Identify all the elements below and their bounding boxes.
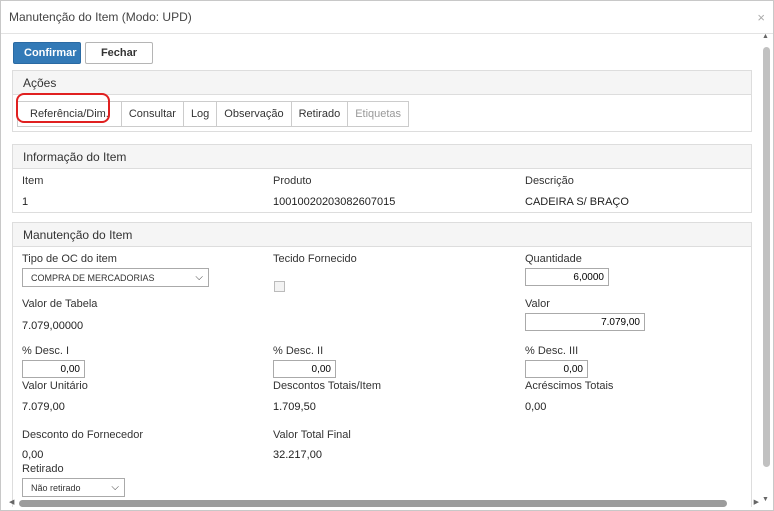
tipo-oc-label: Tipo de OC do item bbox=[22, 253, 117, 265]
tab-consultar[interactable]: Consultar bbox=[120, 101, 184, 127]
confirm-button[interactable]: Confirmar bbox=[13, 42, 81, 64]
valor-unitario-value: 7.079,00 bbox=[22, 401, 65, 413]
scroll-up-icon[interactable]: ▲ bbox=[762, 33, 769, 40]
horizontal-scrollbar[interactable]: ◀ ▶ bbox=[9, 498, 759, 508]
scroll-right-icon[interactable]: ▶ bbox=[754, 498, 759, 506]
descontos-totais-value: 1.709,50 bbox=[273, 401, 316, 413]
valor-total-final-value: 32.217,00 bbox=[273, 449, 322, 461]
valor-input[interactable] bbox=[525, 313, 645, 331]
item-info-panel: Informação do Item Item 1 Produto 100100… bbox=[12, 144, 752, 213]
valor-tabela-value: 7.079,00000 bbox=[22, 320, 84, 332]
tab-retirado[interactable]: Retirado bbox=[290, 101, 349, 127]
valor-unitario-label: Valor Unitário bbox=[22, 380, 88, 392]
produto-value: 10010020203082607015 bbox=[273, 196, 396, 208]
chevron-down-icon: ⌵ bbox=[195, 272, 203, 283]
tab-log[interactable]: Log bbox=[182, 101, 218, 127]
tipo-oc-select[interactable]: COMPRA DE MERCADORIAS ⌵ bbox=[22, 268, 209, 287]
tecido-label: Tecido Fornecido bbox=[273, 253, 357, 265]
valor-tabela-label: Valor de Tabela bbox=[22, 298, 98, 310]
desconto-fornecedor-value: 0,00 bbox=[22, 449, 44, 461]
actions-tabs: Referência/Dim. Consultar Log Observação… bbox=[13, 93, 751, 127]
produto-label: Produto bbox=[273, 175, 312, 187]
dialog-title: Manutenção do Item (Modo: UPD) bbox=[9, 10, 192, 24]
desc1-input[interactable] bbox=[22, 360, 85, 378]
descontos-totais-label: Descontos Totais/Item bbox=[273, 380, 382, 392]
actions-heading: Ações bbox=[13, 71, 751, 95]
dialog-titlebar: Manutenção do Item (Modo: UPD) × bbox=[1, 1, 773, 34]
acrescimos-totais-value: 0,00 bbox=[525, 401, 547, 413]
valor-total-final-label: Valor Total Final bbox=[273, 429, 351, 441]
item-maintenance-panel: Manutenção do Item Tipo de OC do item CO… bbox=[12, 222, 752, 507]
tipo-oc-value: COMPRA DE MERCADORIAS bbox=[31, 272, 155, 283]
vertical-scroll-thumb[interactable] bbox=[763, 47, 770, 467]
tab-observacao[interactable]: Observação bbox=[216, 101, 292, 127]
horizontal-scroll-thumb[interactable] bbox=[19, 500, 727, 507]
desconto-fornecedor-label: Desconto do Fornecedor bbox=[22, 429, 144, 441]
item-maintenance-heading: Manutenção do Item bbox=[13, 223, 751, 247]
desc2-label: % Desc. II bbox=[273, 345, 324, 357]
desc3-input[interactable] bbox=[525, 360, 588, 378]
item-info-heading: Informação do Item bbox=[13, 145, 751, 169]
descricao-label: Descrição bbox=[525, 175, 574, 187]
tab-etiquetas: Etiquetas bbox=[347, 101, 410, 127]
scroll-left-icon[interactable]: ◀ bbox=[9, 498, 14, 506]
tecido-checkbox bbox=[274, 281, 285, 292]
toolbar: Confirmar Fechar bbox=[13, 42, 153, 64]
desc3-label: % Desc. III bbox=[525, 345, 579, 357]
vertical-scrollbar[interactable]: ▲ ▼ bbox=[761, 33, 772, 503]
retirado-label: Retirado bbox=[22, 463, 64, 475]
quantidade-input[interactable] bbox=[525, 268, 609, 286]
tab-referencia-dim[interactable]: Referência/Dim. bbox=[17, 101, 122, 127]
quantidade-label: Quantidade bbox=[525, 253, 582, 265]
item-maintenance-dialog: Manutenção do Item (Modo: UPD) × Confirm… bbox=[0, 0, 774, 511]
item-value: 1 bbox=[22, 196, 29, 208]
item-label: Item bbox=[22, 175, 44, 187]
actions-panel: Ações Referência/Dim. Consultar Log Obse… bbox=[12, 70, 752, 132]
retirado-select[interactable]: Não retirado ⌵ bbox=[22, 478, 125, 497]
descricao-value: CADEIRA S/ BRAÇO bbox=[525, 196, 629, 208]
scroll-down-icon[interactable]: ▼ bbox=[762, 496, 769, 503]
close-button[interactable]: Fechar bbox=[85, 42, 153, 64]
valor-label: Valor bbox=[525, 298, 550, 310]
desc2-input[interactable] bbox=[273, 360, 336, 378]
chevron-down-icon: ⌵ bbox=[111, 482, 119, 493]
desc1-label: % Desc. I bbox=[22, 345, 70, 357]
close-icon[interactable]: × bbox=[757, 10, 765, 25]
retirado-value: Não retirado bbox=[31, 482, 81, 493]
acrescimos-totais-label: Acréscimos Totais bbox=[525, 380, 614, 392]
